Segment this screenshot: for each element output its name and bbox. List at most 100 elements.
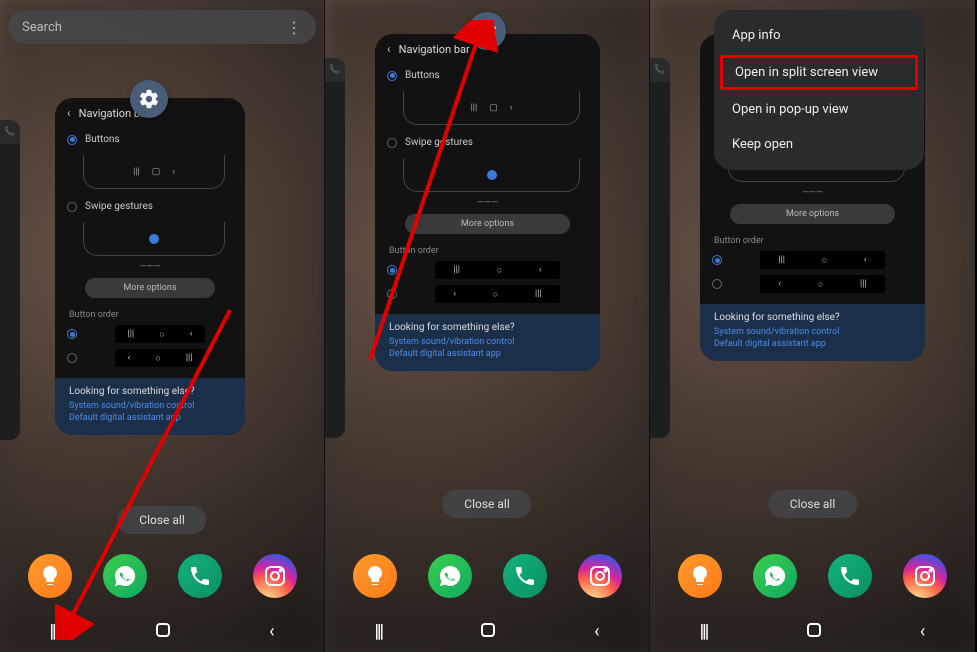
dock-tips-icon[interactable] — [28, 554, 72, 598]
order-option-2[interactable]: ‹○||| — [700, 272, 925, 296]
buttons-label: Buttons — [85, 134, 120, 145]
dock-tips-icon[interactable] — [678, 554, 722, 598]
recents-sym: ||| — [133, 167, 140, 177]
buttons-label: Buttons — [405, 70, 440, 81]
link-sound[interactable]: System sound/vibration control — [69, 401, 231, 411]
frame-1: Search ⋮ 📞 ‹ Navigation bar Buttons ||| … — [0, 0, 325, 652]
ctx-popup-view[interactable]: Open in pop-up view — [714, 92, 924, 127]
dock-instagram-icon[interactable] — [253, 554, 297, 598]
nav-home-button[interactable] — [481, 621, 495, 642]
ctx-split-screen[interactable]: Open in split screen view — [720, 55, 918, 90]
search-placeholder: Search — [22, 20, 62, 35]
option-swipe[interactable]: Swipe gestures — [375, 131, 600, 154]
radio-off-icon — [387, 289, 397, 299]
nav-back-button[interactable]: ‹ — [594, 621, 599, 642]
radio-checked-icon — [712, 255, 722, 265]
buttons-visual: |||▢‹ — [403, 91, 580, 125]
system-nav-bar: ||| ‹ — [650, 621, 975, 642]
order-option-1[interactable]: |||○‹ — [700, 248, 925, 272]
system-nav-bar: ||| ‹ — [325, 621, 649, 642]
nav-recents-button[interactable]: ||| — [375, 621, 383, 642]
more-options-button[interactable]: More options — [730, 204, 895, 224]
close-all-button[interactable]: Close all — [117, 506, 206, 534]
recent-app-card[interactable]: ‹ Navigation bar Buttons |||▢‹ Swipe ges… — [375, 34, 600, 371]
screenshot-triptych: Search ⋮ 📞 ‹ Navigation bar Buttons ||| … — [0, 0, 977, 652]
swipe-visual — [403, 158, 580, 192]
recent-app-card[interactable]: ‹ Navigation bar Buttons ||| ▢ ‹ Swipe g… — [55, 98, 245, 435]
close-all-button[interactable]: Close all — [768, 490, 857, 518]
option-buttons[interactable]: Buttons — [55, 128, 245, 151]
ctx-keep-open[interactable]: Keep open — [714, 127, 924, 162]
order-option-2[interactable]: ‹○||| — [55, 346, 245, 370]
back-sym: ‹ — [172, 167, 175, 177]
adjacent-app-sliver[interactable]: 📞 — [325, 58, 345, 438]
link-sound[interactable]: System sound/vibration control — [389, 337, 586, 347]
back-icon[interactable]: ‹ — [67, 106, 71, 120]
phone-icon: 📞 — [329, 65, 340, 75]
swipe-label: Swipe gestures — [405, 137, 473, 148]
back-icon[interactable]: ‹ — [387, 42, 391, 56]
gear-icon — [138, 88, 160, 110]
more-icon[interactable]: ⋮ — [286, 18, 302, 37]
dock — [650, 554, 975, 598]
dock-phone-icon[interactable] — [503, 554, 547, 598]
gesture-hint-line: ——— — [375, 198, 600, 208]
adjacent-app-sliver[interactable]: 📞 — [0, 120, 20, 440]
nav-home-button[interactable] — [807, 621, 821, 642]
option-swipe[interactable]: Swipe gestures — [55, 195, 245, 218]
looking-title: Looking for something else? — [389, 322, 586, 333]
more-options-button[interactable]: More options — [405, 214, 570, 234]
buttons-visual: ||| ▢ ‹ — [83, 155, 225, 189]
settings-app-icon[interactable] — [130, 80, 168, 118]
nav-home-button[interactable] — [156, 621, 170, 642]
link-assistant[interactable]: Default digital assistant app — [69, 413, 231, 423]
link-assistant[interactable]: Default digital assistant app — [389, 349, 586, 359]
radio-off-icon — [67, 202, 77, 212]
looking-title: Looking for something else? — [714, 312, 911, 323]
link-assistant[interactable]: Default digital assistant app — [714, 339, 911, 349]
nav-back-button[interactable]: ‹ — [920, 621, 925, 642]
link-sound[interactable]: System sound/vibration control — [714, 327, 911, 337]
button-order-label: Button order — [55, 304, 245, 322]
dock-whatsapp-icon[interactable] — [428, 554, 472, 598]
nav-recents-button[interactable]: ||| — [700, 621, 708, 642]
dock-whatsapp-icon[interactable] — [753, 554, 797, 598]
nav-recents-button[interactable]: ||| — [50, 621, 58, 642]
adjacent-app-sliver[interactable]: 📞 — [650, 58, 670, 438]
recents-search[interactable]: Search ⋮ — [8, 10, 316, 44]
phone-icon: 📞 — [4, 127, 15, 137]
dock-phone-icon[interactable] — [828, 554, 872, 598]
radio-checked-icon — [67, 135, 77, 145]
dock-tips-icon[interactable] — [353, 554, 397, 598]
gesture-hint-line: ——— — [700, 188, 925, 198]
dock-instagram-icon[interactable] — [578, 554, 622, 598]
frame-2: 📞 ‹ Navigation bar Buttons |||▢‹ Swipe g… — [325, 0, 650, 652]
radio-off-icon — [712, 279, 722, 289]
settings-app-icon[interactable] — [468, 12, 506, 50]
nav-back-button[interactable]: ‹ — [269, 621, 274, 642]
dock-whatsapp-icon[interactable] — [103, 554, 147, 598]
looking-panel: Looking for something else? System sound… — [700, 304, 925, 361]
gesture-dot — [149, 234, 159, 244]
gesture-hint-line: ——— — [55, 262, 245, 272]
phone-icon: 📞 — [654, 65, 665, 75]
order-option-1[interactable]: |||○‹ — [375, 258, 600, 282]
home-sym: ▢ — [152, 167, 161, 177]
dock-instagram-icon[interactable] — [903, 554, 947, 598]
radio-checked-icon — [387, 265, 397, 275]
app-context-menu: App info Open in split screen view Open … — [714, 10, 924, 170]
option-buttons[interactable]: Buttons — [375, 64, 600, 87]
radio-off-icon — [67, 353, 77, 363]
order-option-2[interactable]: ‹○||| — [375, 282, 600, 306]
ctx-app-info[interactable]: App info — [714, 18, 924, 53]
looking-title: Looking for something else? — [69, 386, 231, 397]
dock — [0, 554, 324, 598]
close-all-button[interactable]: Close all — [442, 490, 531, 518]
gesture-dot — [487, 170, 497, 180]
order-option-1[interactable]: |||○‹ — [55, 322, 245, 346]
dock-phone-icon[interactable] — [178, 554, 222, 598]
radio-checked-icon — [387, 71, 397, 81]
swipe-label: Swipe gestures — [85, 201, 153, 212]
card-title: Navigation bar — [399, 43, 470, 56]
more-options-button[interactable]: More options — [85, 278, 215, 298]
